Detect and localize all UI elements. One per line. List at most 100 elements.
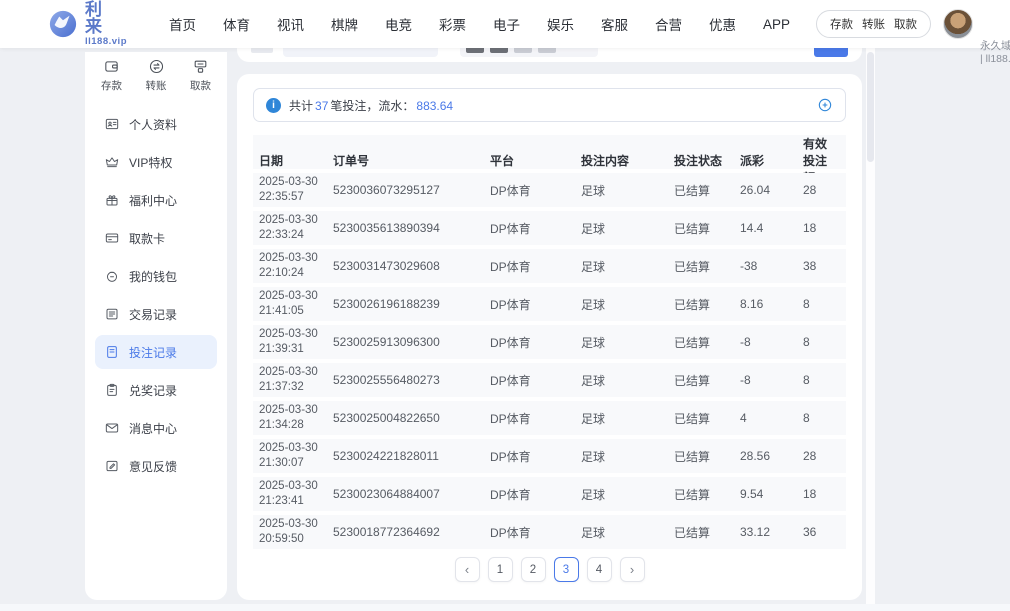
sidebar-item-label: 投注记录 [129, 344, 177, 361]
sidebar-item-bets[interactable]: 投注记录 [95, 335, 217, 369]
sidebar-item-welfare[interactable]: 福利中心 [95, 183, 217, 217]
scrollbar-track[interactable] [866, 48, 875, 611]
cell-content: 足球 [581, 524, 674, 541]
summary-text: 共计37笔投注，流水：883.64 [289, 97, 455, 114]
cell-status: 已结算 [674, 220, 740, 237]
column-header: 订单号 [333, 152, 490, 169]
cell-content: 足球 [581, 372, 674, 389]
plus-circle-icon[interactable] [817, 97, 833, 113]
nav-item-5[interactable]: 彩票 [439, 14, 466, 34]
user-block[interactable]: anxin3399 总资产：1363.49元 永久域名：ll188.vip | … [943, 0, 1010, 66]
bank-card-icon [104, 230, 120, 246]
cell-platform: DP体育 [490, 486, 581, 503]
table-row[interactable]: 2025-03-3021:39:31 5230025913096300 DP体育… [253, 325, 846, 359]
cell-valid-amount: 8 [803, 373, 844, 387]
transfer-icon [148, 58, 165, 75]
main-nav: 首页 体育 视讯 棋牌 电竞 彩票 电子 娱乐 客服 合营 优惠 APP [169, 14, 790, 34]
table-row[interactable]: 2025-03-3021:30:07 5230024221828011 DP体育… [253, 439, 846, 473]
table-row[interactable]: 2025-03-3022:33:24 5230035613890394 DP体育… [253, 211, 846, 245]
sidebar-item-profile[interactable]: 个人资料 [95, 107, 217, 141]
nav-item-8[interactable]: 客服 [601, 14, 628, 34]
cell-date: 2025-03-3022:33:24 [259, 213, 333, 243]
pill-action-1[interactable]: 转账 [862, 16, 885, 32]
table-header-row: 日期订单号平台投注内容投注状态派彩有效投注额 [253, 135, 846, 169]
sidebar-item-label: 个人资料 [129, 116, 177, 133]
sidebar-item-bank-card[interactable]: 取款卡 [95, 221, 217, 255]
sidebar: 存款转账 取款 个人资料 VIP特权福利中心取款卡我的钱包交易记录投注记录兑奖记录消… [85, 52, 227, 600]
table-row[interactable]: 2025-03-3022:35:57 5230036073295127 DP体育… [253, 173, 846, 207]
scrollbar-thumb[interactable] [867, 52, 874, 162]
nav-item-11[interactable]: APP [763, 17, 790, 32]
sidebar-item-wallet[interactable]: 我的钱包 [95, 259, 217, 293]
cell-platform: DP体育 [490, 524, 581, 541]
pagination: ‹ 1234 › [253, 557, 846, 590]
cell-status: 已结算 [674, 524, 740, 541]
sidebar-item-label: 意见反馈 [129, 458, 177, 475]
cell-valid-amount: 8 [803, 297, 844, 311]
cell-platform: DP体育 [490, 220, 581, 237]
next-page-button[interactable]: › [620, 557, 645, 582]
cell-payout: 9.54 [740, 487, 803, 501]
table-row[interactable]: 2025-03-3021:34:28 5230025004822650 DP体育… [253, 401, 846, 435]
cell-valid-amount: 18 [803, 487, 844, 501]
pill-action-0[interactable]: 存款 [830, 16, 853, 32]
vip-icon [104, 154, 120, 170]
quick-action-label: 转账 [146, 78, 167, 93]
nav-item-0[interactable]: 首页 [169, 14, 196, 34]
cell-order: 5230024221828011 [333, 449, 490, 463]
avatar[interactable] [943, 9, 973, 39]
cell-status: 已结算 [674, 486, 740, 503]
cell-valid-amount: 28 [803, 449, 844, 463]
page-button-3[interactable]: 3 [554, 557, 579, 582]
nav-item-10[interactable]: 优惠 [709, 14, 736, 34]
column-header: 派彩 [740, 152, 803, 169]
cell-status: 已结算 [674, 182, 740, 199]
sidebar-item-label: 我的钱包 [129, 268, 177, 285]
cell-content: 足球 [581, 334, 674, 351]
cell-date: 2025-03-3020:59:50 [259, 517, 333, 547]
quick-action-label: 取款 [190, 78, 211, 93]
cell-date: 2025-03-3021:41:05 [259, 289, 333, 319]
nav-item-4[interactable]: 电竞 [385, 14, 412, 34]
sidebar-item-vip[interactable]: VIP特权 [95, 145, 217, 179]
cell-status: 已结算 [674, 448, 740, 465]
nav-item-1[interactable]: 体育 [223, 14, 250, 34]
bets-records-panel: i 共计37笔投注，流水：883.64 日期订单号平台投注内容投注状态派彩有效投… [237, 74, 862, 600]
cell-order: 5230025004822650 [333, 411, 490, 425]
cell-valid-amount: 8 [803, 335, 844, 349]
wallet-actions-pill: 存款转账取款 [816, 10, 931, 38]
page-button-2[interactable]: 2 [521, 557, 546, 582]
page-button-1[interactable]: 1 [488, 557, 513, 582]
brand-logo[interactable]: 利 来 ll188.vip [48, 1, 127, 47]
page-button-4[interactable]: 4 [587, 557, 612, 582]
cell-status: 已结算 [674, 410, 740, 427]
quick-action-withdraw[interactable]: 取款 [190, 58, 211, 93]
top-header: 利 来 ll188.vip 首页体育视讯棋牌电竞彩票电子娱乐客服合营优惠APP … [0, 0, 1010, 48]
quick-action-transfer[interactable]: 转账 [146, 58, 167, 93]
nav-item-2[interactable]: 视讯 [277, 14, 304, 34]
table-row[interactable]: 2025-03-3021:41:05 5230026196188239 DP体育… [253, 287, 846, 321]
prizes-icon [104, 382, 120, 398]
nav-item-9[interactable]: 合营 [655, 14, 682, 34]
sidebar-item-prizes[interactable]: 兑奖记录 [95, 373, 217, 407]
cell-date: 2025-03-3021:39:31 [259, 327, 333, 357]
table-row[interactable]: 2025-03-3022:10:24 5230031473029608 DP体育… [253, 249, 846, 283]
sidebar-item-messages[interactable]: 消息中心 [95, 411, 217, 445]
wallet-icon [104, 268, 120, 284]
table-row[interactable]: 2025-03-3020:59:50 5230018772364692 DP体育… [253, 515, 846, 549]
table-row[interactable]: 2025-03-3021:23:41 5230023064884007 DP体育… [253, 477, 846, 511]
cell-platform: DP体育 [490, 410, 581, 427]
table-row[interactable]: 2025-03-3021:37:32 5230025556480273 DP体育… [253, 363, 846, 397]
welfare-icon [104, 192, 120, 208]
prev-page-button[interactable]: ‹ [455, 557, 480, 582]
cell-date: 2025-03-3021:37:32 [259, 365, 333, 395]
nav-item-7[interactable]: 娱乐 [547, 14, 574, 34]
nav-item-6[interactable]: 电子 [493, 14, 520, 34]
sidebar-item-label: VIP特权 [129, 154, 172, 171]
quick-action-deposit[interactable]: 存款 [101, 58, 122, 93]
column-header: 投注内容 [581, 152, 674, 169]
sidebar-item-feedback[interactable]: 意见反馈 [95, 449, 217, 483]
pill-action-2[interactable]: 取款 [894, 16, 917, 32]
sidebar-item-transactions[interactable]: 交易记录 [95, 297, 217, 331]
nav-item-3[interactable]: 棋牌 [331, 14, 358, 34]
